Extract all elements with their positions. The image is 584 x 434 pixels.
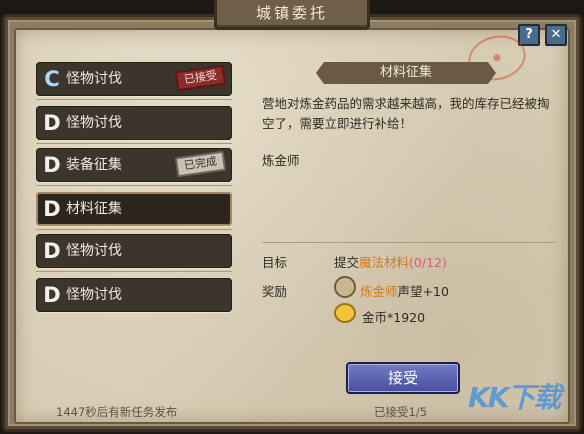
quest-label: 怪物讨伐 [66,243,122,259]
quest-rank: D [43,283,61,307]
objective-label: 目标 [262,255,288,270]
new-quest-timer: 1447秒后有新任务发布 [56,405,178,419]
reward-label: 奖励 [262,284,288,299]
reward-rep-suffix: 声望+10 [397,284,449,299]
quest-item[interactable]: D 装备征集 已完成 [36,148,232,182]
objective-prefix: 提交 [334,255,360,270]
divider [36,99,232,100]
quest-label: 材料征集 [66,201,122,217]
quest-item-selected[interactable]: D 材料征集 [36,192,232,226]
quest-description: 营地对炼金药品的需求越来越高，我的库存已经被掏空了，需要立即进行补给！ [262,96,550,131]
quest-rank: D [43,197,61,221]
divider [36,143,232,144]
quest-label: 怪物讨伐 [66,287,122,303]
accept-button[interactable]: 接受 [346,362,460,394]
divider [262,242,556,243]
quest-item[interactable]: D 怪物讨伐 [36,278,232,312]
reward-rep-name: 炼金师 [360,284,398,299]
objective-progress: (0/12) [409,255,447,270]
gold-coin-icon [334,303,356,323]
reward-gold: 金币*1920 [362,310,426,325]
divider [36,271,232,272]
quest-item[interactable]: D 怪物讨伐 [36,234,232,268]
quest-label: 怪物讨伐 [66,115,122,131]
quest-rank: D [43,153,61,177]
close-button[interactable]: ✕ [545,24,567,46]
accepted-count: 已接受1/5 [374,405,428,419]
quest-giver: 炼金师 [262,153,300,168]
quest-label: 怪物讨伐 [66,71,122,87]
divider [36,229,232,230]
accepted-stamp: 已接受 [174,64,227,92]
detail-title: 材料征集 [316,62,496,84]
divider [36,185,232,186]
reputation-badge-icon [334,276,356,298]
window-title: 城镇委托 [214,0,370,30]
quest-rank: C [44,67,60,91]
quest-rank: D [43,111,61,135]
quest-item[interactable]: C 怪物讨伐 已接受 [36,62,232,96]
quest-item[interactable]: D 怪物讨伐 [36,106,232,140]
quest-label: 装备征集 [66,157,122,173]
objective-text: 提交魔法材料(0/12) [334,252,447,271]
watermark-logo: KK下载 [468,381,561,414]
quest-rank: D [43,239,61,263]
objective-item: 魔法材料 [359,255,410,270]
completed-stamp: 已完成 [174,150,227,178]
reward-reputation: 炼金师声望+10 [360,281,449,300]
